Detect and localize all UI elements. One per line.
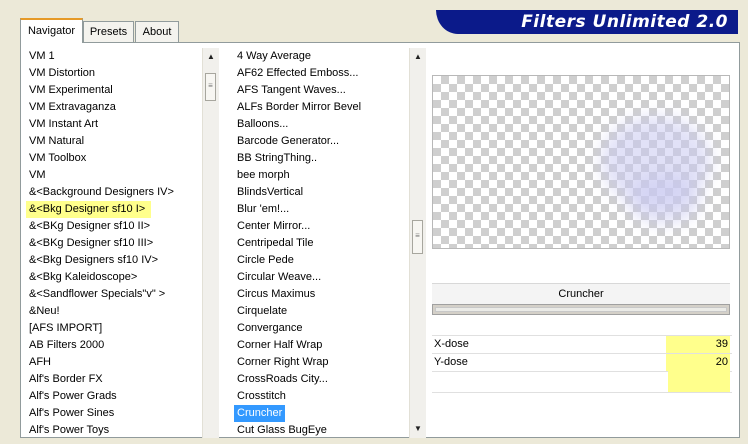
list-item[interactable]: 4 Way Average (234, 48, 409, 65)
list-item[interactable]: Circus Maximus (234, 286, 409, 303)
param-row-y-dose[interactable]: Y-dose 20 (432, 354, 732, 371)
scroll-grip-icon[interactable]: ≡ (412, 220, 423, 254)
filter-preview (432, 75, 730, 249)
list-item[interactable]: VM 1 (26, 48, 202, 65)
list-item[interactable]: AB Filters 2000 (26, 337, 202, 354)
tab-navigator[interactable]: Navigator (20, 18, 83, 43)
category-list[interactable]: VM 1 VM Distortion VM Experimental VM Extra… (26, 48, 202, 438)
filter-list[interactable]: 4 Way Average AF62 Effected Emboss... AFS … (234, 48, 409, 438)
list-item[interactable]: Blur 'em!... (234, 201, 409, 218)
list-item[interactable]: Cirquelate (234, 303, 409, 320)
list-item[interactable]: Circle Pede (234, 252, 409, 269)
list-item[interactable]: BlindsVertical (234, 184, 409, 201)
list-item[interactable]: Balloons... (234, 116, 409, 133)
list-item[interactable]: &<Bkg Designer sf10 I> (26, 201, 152, 218)
list-item[interactable]: Corner Right Wrap (234, 354, 409, 371)
list-item[interactable]: &<BKg Designer sf10 II> (26, 218, 202, 235)
param-value[interactable]: 20 (666, 354, 730, 371)
list-item[interactable]: &<BKg Designer sf10 III> (26, 235, 202, 252)
list-item[interactable]: Cut Glass BugEye (234, 422, 409, 438)
list-item[interactable]: Circular Weave... (234, 269, 409, 286)
list-item[interactable]: BB StringThing.. (234, 150, 409, 167)
list-item[interactable]: VM Extravaganza (26, 99, 202, 116)
parameter-controls: X-dose 39 Y-dose 20 (432, 335, 732, 395)
empty-param-slot (668, 371, 730, 392)
list-item[interactable]: Alf's Power Sines (26, 405, 202, 422)
param-row-x-dose[interactable]: X-dose 39 (432, 336, 732, 353)
tab-presets[interactable]: Presets (83, 21, 134, 42)
list-item[interactable]: AFS Tangent Waves... (234, 82, 409, 99)
list-item[interactable]: &<Background Designers IV> (26, 184, 202, 201)
list-item[interactable]: [AFS IMPORT] (26, 320, 202, 337)
param-label: X-dose (434, 338, 469, 350)
filter-progress-bar (432, 304, 730, 315)
list-item[interactable]: Alf's Power Grads (26, 388, 202, 405)
list-item[interactable]: VM (26, 167, 202, 184)
list-item[interactable]: AFH (26, 354, 202, 371)
app-title-banner: Filters Unlimited 2.0 (436, 10, 738, 34)
list-item[interactable]: Centripedal Tile (234, 235, 409, 252)
list-item[interactable]: &<Bkg Kaleidoscope> (26, 269, 202, 286)
up-arrow-icon[interactable]: ▲ (410, 49, 426, 65)
list-item[interactable]: VM Natural (26, 133, 202, 150)
filter-scrollbar[interactable]: ▲ ≡ ▼ (409, 48, 426, 438)
list-item[interactable]: VM Instant Art (26, 116, 202, 133)
selected-filter-name: Cruncher (432, 283, 730, 305)
list-item[interactable]: VM Distortion (26, 65, 202, 82)
list-item[interactable]: Convergance (234, 320, 409, 337)
param-label: Y-dose (434, 356, 468, 368)
down-arrow-icon[interactable]: ▼ (410, 421, 426, 437)
list-item[interactable]: bee morph (234, 167, 409, 184)
category-scrollbar[interactable]: ▲ ≡ (202, 48, 219, 438)
preview-effect (629, 176, 699, 224)
list-item[interactable]: AF62 Effected Emboss... (234, 65, 409, 82)
list-item[interactable]: Cruncher (234, 405, 286, 422)
list-item[interactable]: CrossRoads City... (234, 371, 409, 388)
list-item[interactable]: VM Toolbox (26, 150, 202, 167)
list-item[interactable]: &<Sandflower Specials"v" > (26, 286, 202, 303)
list-item[interactable]: Corner Half Wrap (234, 337, 409, 354)
list-item[interactable]: &<Bkg Designers sf10 IV> (26, 252, 202, 269)
list-item[interactable]: ALFs Border Mirror Bevel (234, 99, 409, 116)
list-item[interactable]: &Neu! (26, 303, 202, 320)
param-value[interactable]: 39 (666, 336, 730, 353)
list-item[interactable]: Center Mirror... (234, 218, 409, 235)
list-item[interactable]: Alf's Border FX (26, 371, 202, 388)
tab-about[interactable]: About (135, 21, 179, 42)
up-arrow-icon[interactable]: ▲ (203, 49, 219, 65)
list-item[interactable]: Barcode Generator... (234, 133, 409, 150)
list-item[interactable]: VM Experimental (26, 82, 202, 99)
scroll-grip-icon[interactable]: ≡ (205, 73, 216, 101)
list-item[interactable]: Crosstitch (234, 388, 409, 405)
list-item[interactable]: Alf's Power Toys (26, 422, 202, 438)
